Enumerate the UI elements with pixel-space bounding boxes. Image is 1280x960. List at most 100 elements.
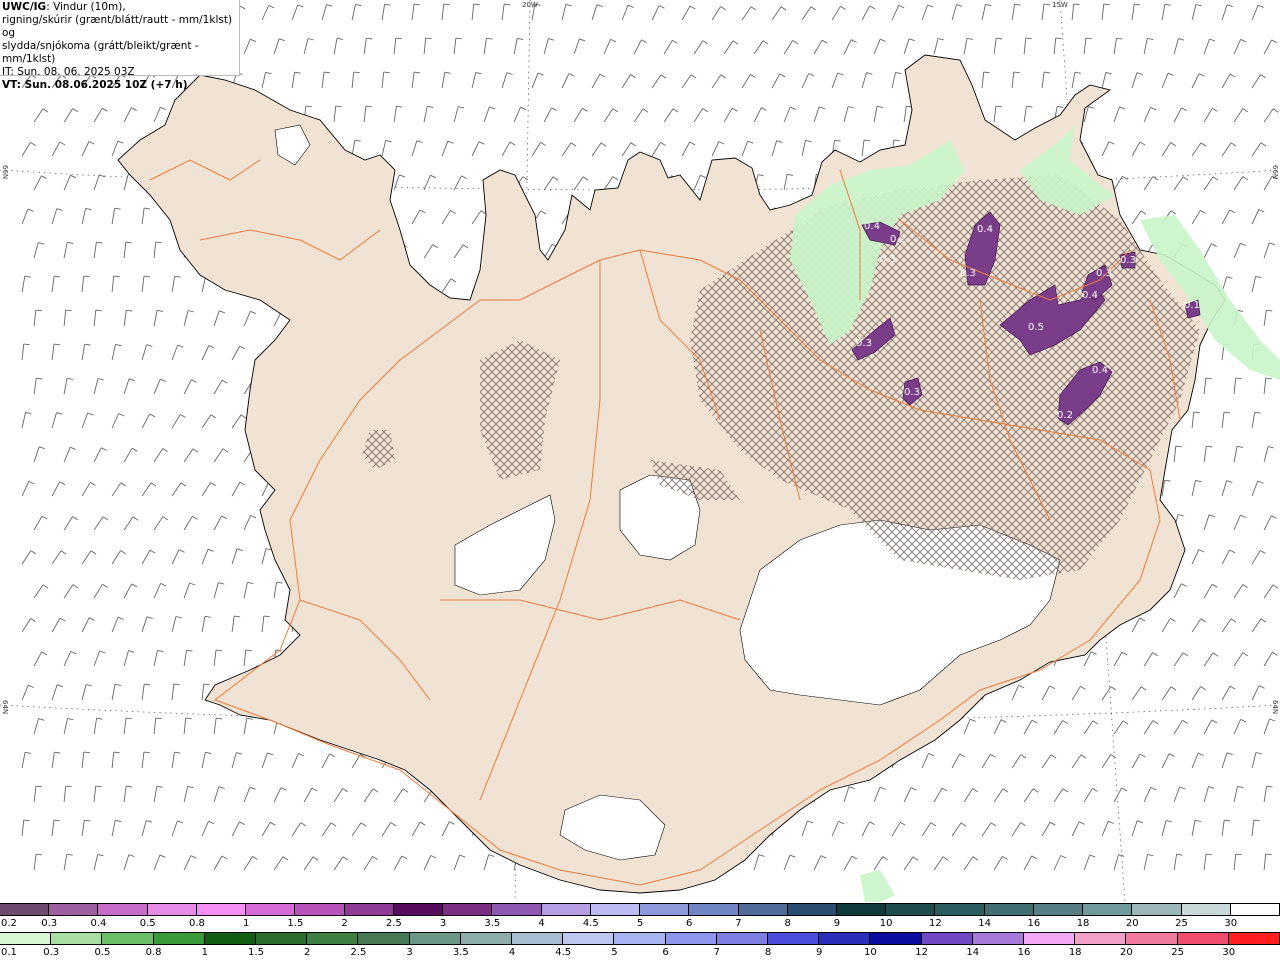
colorbar-label: 9 bbox=[833, 918, 841, 929]
init-time: IT: Sun. 08. 06. 2025 03Z bbox=[2, 66, 135, 78]
colorbar-swatch bbox=[1230, 904, 1280, 915]
precip-value-label: 0.5 bbox=[1028, 322, 1044, 333]
colorbar-label: 2 bbox=[341, 918, 348, 929]
precip-value-label: 0.3 bbox=[904, 387, 920, 398]
colorbar-swatch bbox=[689, 904, 739, 915]
colorbar-label: 18 bbox=[1076, 918, 1090, 929]
colorbar-swatch bbox=[541, 904, 591, 915]
precip-value-label: 0.3 bbox=[880, 254, 896, 265]
colorbar-swatch bbox=[443, 904, 493, 915]
model-name: UWC/IG bbox=[2, 1, 47, 13]
colorbar-swatch bbox=[1033, 904, 1084, 915]
colorbar-swatch bbox=[1181, 904, 1231, 915]
colorbar-label: 12 bbox=[915, 947, 928, 958]
colorbar-swatch bbox=[358, 933, 410, 944]
colorbar-swatch bbox=[1083, 904, 1133, 915]
colorbar-swatch bbox=[147, 904, 197, 915]
valid-time: VT: Sun. 08.06.2025 10Z (+7 h) bbox=[2, 79, 188, 91]
lat-label-66n-right: 66N bbox=[1271, 165, 1279, 180]
rain-colorbar-labels: 0.1 0.3 0.5 0.8 1 1.5 2 2.5 3 3.5 4 4.5 5 6 7 8 9 10 12 14 1… bbox=[0, 947, 1280, 958]
colorbar-label: 7 bbox=[713, 947, 720, 958]
colorbar-label: 6 bbox=[662, 947, 669, 958]
lon-label-15w: 15W bbox=[1052, 1, 1068, 9]
lat-label-66n-left: 66N bbox=[1, 165, 9, 180]
colorbar-swatch bbox=[972, 933, 1025, 944]
colorbar-label: 0.5 bbox=[94, 947, 111, 958]
colorbar-swatch bbox=[935, 904, 985, 915]
colorbar-swatch bbox=[51, 933, 103, 944]
colorbar-label: 1.5 bbox=[248, 947, 264, 958]
rain-colorbar bbox=[0, 932, 1280, 945]
colorbar-label: 3.5 bbox=[484, 918, 501, 929]
colorbar-swatch bbox=[0, 904, 50, 915]
precip-value-label: 0.3 bbox=[1096, 268, 1112, 279]
colorbar-swatch bbox=[460, 933, 513, 944]
colorbar-label: 0.2 bbox=[1, 918, 17, 929]
colorbar-label: 0.4 bbox=[90, 918, 107, 929]
lat-label-64n-left: 64N bbox=[1, 700, 9, 715]
colorbar-label: 1 bbox=[201, 947, 208, 958]
colorbar-label: 20 bbox=[1125, 918, 1139, 929]
colorbar-label: 16 bbox=[1017, 947, 1031, 958]
info-line2: rigning/skúrir (grænt/blátt/rautt - mm/1… bbox=[2, 14, 233, 39]
colorbar-swatch bbox=[563, 933, 615, 944]
colorbar-swatch bbox=[1228, 933, 1280, 944]
lat-label-64n-right: 64N bbox=[1271, 700, 1279, 715]
colorbar-swatch bbox=[787, 904, 837, 915]
lon-label-20w: 20W bbox=[522, 1, 538, 9]
colorbar-swatch bbox=[153, 933, 205, 944]
colorbar-swatch bbox=[819, 933, 871, 944]
colorbar-label: 30 bbox=[1224, 918, 1238, 929]
colorbar-label: 8 bbox=[784, 918, 791, 929]
colorbar-swatch bbox=[256, 933, 308, 944]
colorbar-label: 6 bbox=[686, 918, 693, 929]
map-info-box: UWC/IG: Vindur (10m), rigning/skúrir (gr… bbox=[0, 0, 240, 91]
precip-value-label: 0.1 bbox=[1184, 300, 1200, 311]
colorbar-label: 5 bbox=[636, 918, 644, 929]
colorbar-label: 1 bbox=[242, 918, 250, 929]
precip-value-label: 0.4 bbox=[1082, 290, 1098, 301]
colorbar-swatch bbox=[1075, 933, 1127, 944]
colorbar-label: 30 bbox=[1222, 947, 1236, 958]
colorbar-swatch bbox=[716, 933, 769, 944]
colorbar-label: 3.5 bbox=[452, 947, 469, 958]
colorbar-swatch bbox=[307, 933, 359, 944]
snow-colorbar-labels: 0.2 0.3 0.4 0.5 0.8 1 1.5 2 2.5 3 3.5 4 4.5 5 6 7 8 9 10 12… bbox=[0, 918, 1280, 929]
precip-value-label: 0.3 bbox=[960, 268, 976, 279]
colorbar-swatch bbox=[102, 933, 154, 944]
colorbar-swatch bbox=[492, 904, 542, 915]
colorbar-swatch bbox=[246, 904, 296, 915]
precip-value-label: 0.2 bbox=[890, 234, 906, 245]
precip-value-label: 0.4 bbox=[977, 224, 993, 235]
colorbar-label: 20 bbox=[1120, 947, 1133, 958]
colorbar-swatch bbox=[921, 933, 973, 944]
colorbar-label: 10 bbox=[864, 947, 877, 958]
colorbar-label: 14 bbox=[978, 918, 991, 929]
colorbar-label: 4 bbox=[538, 918, 545, 929]
colorbar-label: 5 bbox=[611, 947, 618, 958]
colorbar-swatch bbox=[640, 904, 690, 915]
precip-value-label: 0.4 bbox=[864, 221, 880, 232]
colorbar-label: 25 bbox=[1175, 918, 1188, 929]
colorbar-label: 2.5 bbox=[350, 947, 367, 958]
colorbar-label: 0.3 bbox=[41, 918, 58, 929]
colorbar-label: 4 bbox=[508, 947, 516, 958]
iceland-land bbox=[117, 54, 1280, 902]
colorbar-swatch bbox=[98, 904, 148, 915]
colorbar-swatch bbox=[1132, 904, 1182, 915]
colorbar-swatch bbox=[204, 933, 257, 944]
colorbar-swatch bbox=[768, 933, 820, 944]
colorbar-swatch bbox=[196, 904, 247, 915]
colorbar-swatch bbox=[836, 904, 887, 915]
colorbar-label: 18 bbox=[1068, 947, 1082, 958]
precip-value-label: 0.4 bbox=[1092, 365, 1108, 376]
colorbar-label: 25 bbox=[1171, 947, 1184, 958]
colorbar-label: 12 bbox=[929, 918, 942, 929]
colorbar-label: 3 bbox=[439, 918, 447, 929]
colorbar-swatch bbox=[665, 933, 717, 944]
precip-value-label: 0.3 bbox=[1120, 255, 1136, 266]
colorbar-swatch bbox=[1177, 933, 1229, 944]
colorbar-label: 14 bbox=[966, 947, 980, 958]
colorbar-swatch bbox=[295, 904, 345, 915]
colorbar-label: 2 bbox=[304, 947, 311, 958]
